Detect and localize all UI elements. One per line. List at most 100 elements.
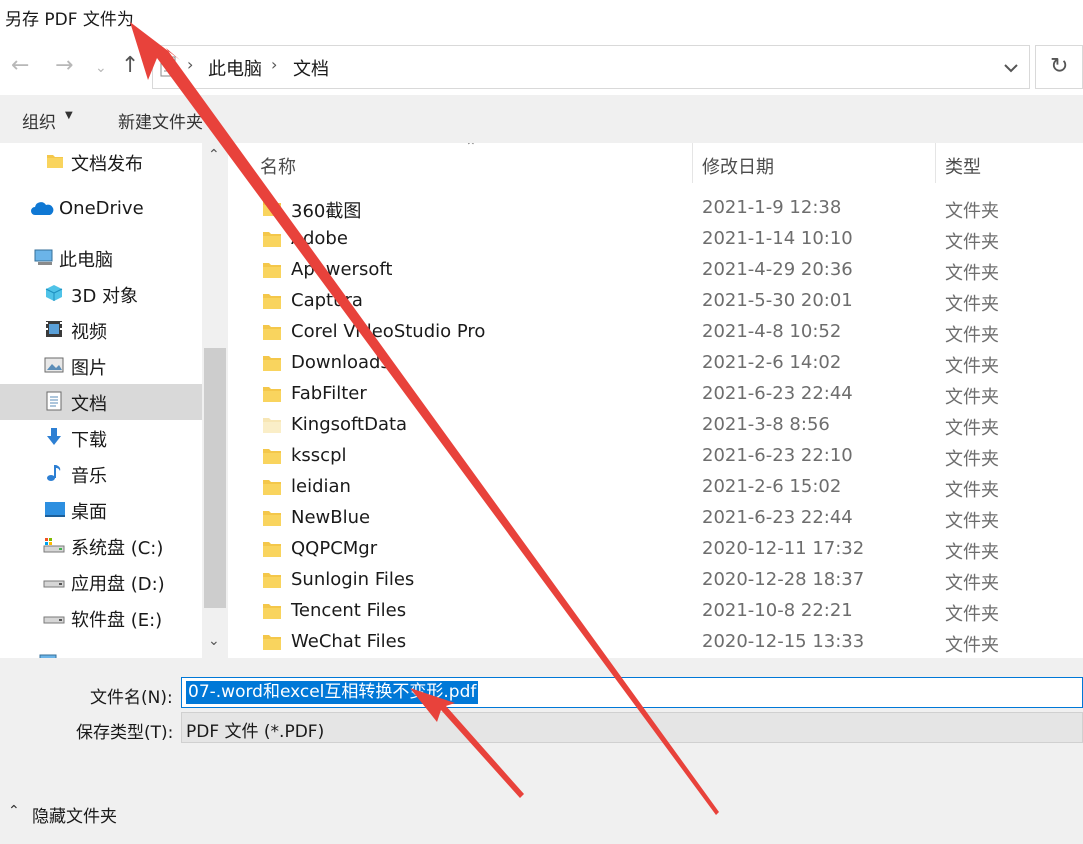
forward-arrow-icon[interactable]: →	[55, 54, 73, 78]
navigation-scrollbar[interactable]: ⌃ ⌄	[202, 143, 228, 658]
file-type: 文件夹	[945, 263, 999, 284]
file-type: 文件夹	[945, 232, 999, 253]
file-row[interactable]: FabFilter 2021-6-23 22:44 文件夹	[229, 379, 1083, 410]
folder-icon	[263, 294, 281, 309]
nav-item-documents[interactable]: 文档	[0, 384, 202, 420]
nav-item-document-publish[interactable]: 文档发布	[0, 144, 202, 180]
file-name: Adobe	[291, 228, 348, 249]
file-row[interactable]: Sunlogin Files 2020-12-28 18:37 文件夹	[229, 565, 1083, 596]
nav-item-drive-c[interactable]: 系统盘 (C:)	[0, 528, 202, 564]
file-row[interactable]: Captura 2021-5-30 20:01 文件夹	[229, 286, 1083, 317]
document-icon	[46, 391, 62, 411]
file-row[interactable]: QQPCMgr 2020-12-11 17:32 文件夹	[229, 534, 1083, 565]
file-name: Captura	[291, 290, 363, 311]
file-row[interactable]: Downloads 2021-2-6 14:02 文件夹	[229, 348, 1083, 379]
file-row[interactable]: Adobe 2021-1-14 10:10 文件夹	[229, 224, 1083, 255]
column-header-name[interactable]: 名称	[260, 153, 296, 179]
file-row[interactable]: 360截图 2021-1-9 12:38 文件夹	[229, 193, 1083, 224]
file-name: KingsoftData	[291, 414, 408, 435]
filename-field[interactable]: 07-.word和excel互相转换不变形.pdf	[181, 677, 1083, 708]
nav-item-downloads[interactable]: 下载	[0, 420, 202, 456]
file-type: 文件夹	[945, 356, 999, 377]
nav-item-label: 此电脑	[59, 250, 113, 271]
breadcrumb-separator-icon: ›	[271, 55, 278, 74]
address-bar[interactable]: › 此电脑 › 文档	[152, 45, 1030, 89]
recent-locations-chevron-icon[interactable]: ⌄	[95, 56, 107, 80]
nav-item-3d-objects[interactable]: 3D 对象	[0, 276, 202, 312]
nav-item-network-partial[interactable]	[0, 640, 202, 658]
column-header-type[interactable]: 类型	[945, 153, 981, 179]
file-row[interactable]: KingsoftData 2021-3-8 8:56 文件夹	[229, 410, 1083, 441]
nav-item-label: OneDrive	[59, 198, 144, 219]
save-type-select[interactable]: PDF 文件 (*.PDF)	[181, 712, 1083, 743]
file-type: 文件夹	[945, 511, 999, 532]
folder-icon	[263, 542, 281, 557]
organize-menu-button[interactable]: 组织	[22, 108, 56, 133]
file-row[interactable]: Corel VideoStudio Pro 2021-4-8 10:52 文件夹	[229, 317, 1083, 348]
nav-item-onedrive[interactable]: OneDrive	[0, 192, 202, 228]
nav-item-label: 图片	[71, 358, 107, 379]
column-divider[interactable]	[692, 143, 693, 183]
file-row[interactable]: leidian 2021-2-6 15:02 文件夹	[229, 472, 1083, 503]
nav-item-drive-d[interactable]: 应用盘 (D:)	[0, 564, 202, 600]
window-title: 另存 PDF 文件为	[5, 10, 134, 30]
nav-item-music[interactable]: 音乐	[0, 456, 202, 492]
save-type-value: PDF 文件 (*.PDF)	[186, 722, 325, 742]
nav-item-drive-e[interactable]: 软件盘 (E:)	[0, 600, 202, 636]
hide-folders-button[interactable]: 隐藏文件夹	[32, 802, 117, 827]
nav-item-pictures[interactable]: 图片	[0, 348, 202, 384]
scrollbar-thumb[interactable]	[204, 348, 226, 608]
refresh-button[interactable]: ↻	[1035, 45, 1083, 89]
file-row[interactable]: NewBlue 2021-6-23 22:44 文件夹	[229, 503, 1083, 534]
column-divider[interactable]	[935, 143, 936, 183]
folder-icon	[47, 155, 63, 168]
nav-item-label: 3D 对象	[71, 286, 139, 307]
new-folder-button[interactable]: 新建文件夹	[118, 108, 203, 133]
file-modified-date: 2021-5-30 20:01	[702, 290, 853, 311]
file-modified-date: 2021-6-23 22:10	[702, 445, 853, 466]
file-row[interactable]: WeChat Files 2020-12-15 13:33 文件夹	[229, 627, 1083, 658]
folder-icon	[263, 573, 281, 588]
refresh-icon: ↻	[1050, 54, 1069, 79]
address-dropdown-chevron-icon[interactable]	[1003, 62, 1019, 74]
cloud-icon	[31, 202, 54, 215]
file-row[interactable]: Tencent Files 2021-10-8 22:21 文件夹	[229, 596, 1083, 627]
folder-icon	[263, 356, 281, 371]
scroll-down-icon[interactable]: ⌄	[208, 633, 220, 649]
breadcrumb-item-this-pc[interactable]: 此电脑	[208, 55, 262, 81]
file-name: NewBlue	[291, 507, 371, 528]
file-type: 文件夹	[945, 635, 999, 656]
file-name: Tencent Files	[291, 600, 407, 621]
nav-item-this-pc[interactable]: 此电脑	[0, 240, 202, 276]
computer-icon	[34, 249, 53, 265]
network-icon	[39, 654, 57, 658]
navigation-pane: 文档发布 OneDrive 此电脑 3D 对象 视频 图片 文档 下载 音乐 桌…	[0, 143, 228, 658]
file-type: 文件夹	[945, 387, 999, 408]
file-modified-date: 2021-3-8 8:56	[702, 414, 830, 435]
file-row[interactable]: ksscpl 2021-6-23 22:10 文件夹	[229, 441, 1083, 472]
breadcrumb-separator-icon: ›	[187, 55, 194, 74]
filename-selected-text[interactable]: 07-.word和excel互相转换不变形.pdf	[186, 681, 479, 704]
file-type: 文件夹	[945, 418, 999, 439]
file-row[interactable]: Apowersoft 2021-4-29 20:36 文件夹	[229, 255, 1083, 286]
file-name: Sunlogin Files	[291, 569, 415, 590]
nav-item-label: 视频	[71, 322, 107, 343]
file-name: Corel VideoStudio Pro	[291, 321, 486, 342]
file-name: Apowersoft	[291, 259, 393, 280]
file-type: 文件夹	[945, 201, 999, 222]
desktop-icon	[45, 502, 65, 517]
back-arrow-icon[interactable]: ←	[11, 54, 29, 78]
file-modified-date: 2020-12-15 13:33	[702, 631, 865, 652]
nav-item-videos[interactable]: 视频	[0, 312, 202, 348]
nav-item-desktop[interactable]: 桌面	[0, 492, 202, 528]
nav-item-label: 音乐	[71, 466, 107, 487]
file-name: FabFilter	[291, 383, 367, 404]
scroll-up-icon[interactable]: ⌃	[208, 147, 220, 163]
folder-icon	[263, 418, 281, 433]
chevron-up-icon[interactable]: ⌃	[8, 803, 20, 819]
breadcrumb-item-documents[interactable]: 文档	[293, 55, 329, 81]
column-header-date[interactable]: 修改日期	[702, 153, 774, 179]
folder-icon	[263, 511, 281, 526]
up-arrow-icon[interactable]: ↑	[121, 54, 139, 78]
title-bar: 另存 PDF 文件为	[0, 0, 1083, 42]
